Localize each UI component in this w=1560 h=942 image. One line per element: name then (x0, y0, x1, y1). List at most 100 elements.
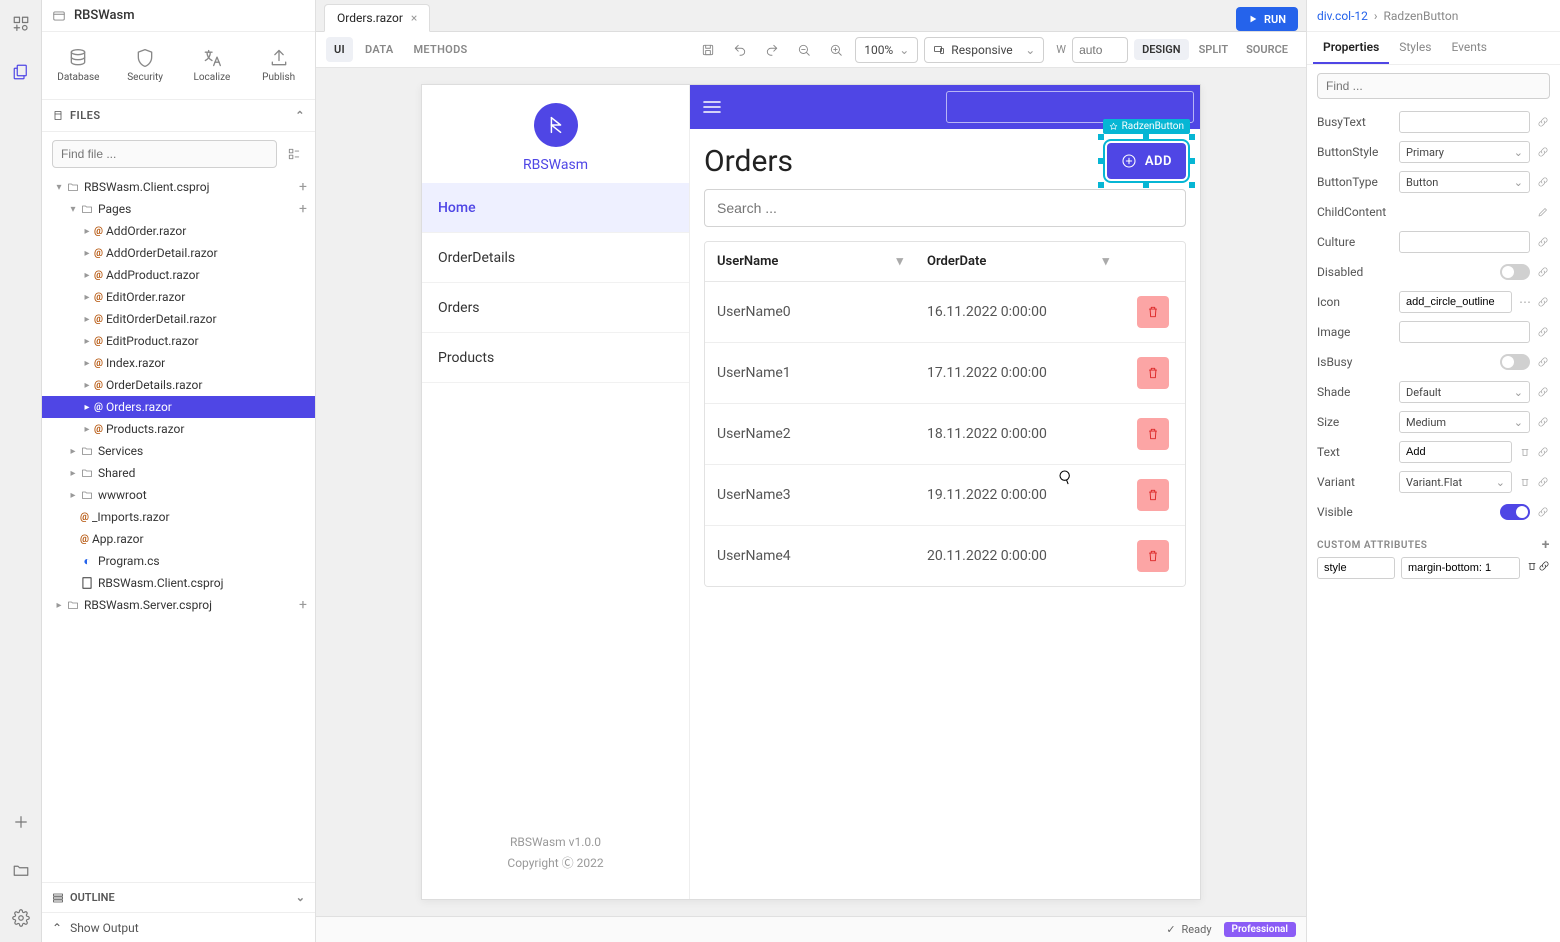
link-icon[interactable] (1536, 415, 1550, 429)
rail-open-icon[interactable] (9, 858, 33, 882)
add-icon[interactable]: + (299, 179, 307, 195)
add-attr-icon[interactable]: + (1542, 537, 1550, 553)
file-tree-row[interactable]: ▸@AddOrderDetail.razor (42, 242, 315, 264)
responsive-select[interactable]: Responsive ⌄ (924, 37, 1044, 63)
file-tree-row[interactable]: ▸@Products.razor (42, 418, 315, 440)
file-tree-row[interactable]: @_Imports.razor (42, 506, 315, 528)
clear-icon[interactable] (1518, 445, 1532, 459)
tool-database[interactable]: Database (50, 42, 107, 89)
show-output-button[interactable]: ⌃ Show Output (42, 912, 315, 942)
file-tree-row[interactable]: ▸@OrderDetails.razor (42, 374, 315, 396)
table-row[interactable]: UserName016.11.2022 0:00:00 (705, 282, 1185, 343)
delete-button[interactable] (1137, 479, 1169, 511)
file-tree-row[interactable]: RBSWasm.Client.csproj (42, 572, 315, 594)
link-icon[interactable] (1536, 295, 1550, 309)
prop-input[interactable] (1399, 441, 1512, 463)
prop-toggle[interactable] (1500, 264, 1530, 280)
file-tree-row[interactable]: ▸@EditOrder.razor (42, 286, 315, 308)
attr-key-input[interactable] (1317, 557, 1395, 579)
tab-orders[interactable]: Orders.razor × (324, 4, 430, 32)
file-tree-row[interactable]: ▸@EditOrderDetail.razor (42, 308, 315, 330)
filter-icon[interactable]: ▾ (896, 254, 903, 269)
outline-header[interactable]: OUTLINE ⌄ (42, 882, 315, 912)
add-icon[interactable]: + (299, 201, 307, 217)
link-icon[interactable] (1536, 445, 1550, 459)
attr-value-input[interactable] (1401, 557, 1520, 579)
view-design[interactable]: DESIGN (1134, 39, 1189, 60)
prop-input[interactable] (1399, 111, 1530, 133)
mode-methods[interactable]: METHODS (406, 37, 476, 62)
link-icon[interactable] (1536, 325, 1550, 339)
delete-button[interactable] (1137, 540, 1169, 572)
table-row[interactable]: UserName218.11.2022 0:00:00 (705, 404, 1185, 465)
link-icon[interactable] (1538, 561, 1550, 576)
add-icon[interactable]: + (299, 597, 307, 613)
file-tree-row[interactable]: ▾RBSWasm.Client.csproj+ (42, 176, 315, 198)
link-icon[interactable] (1536, 175, 1550, 189)
link-icon[interactable] (1536, 475, 1550, 489)
filter-icon[interactable]: ▾ (1102, 254, 1109, 269)
mode-ui[interactable]: UI (326, 37, 353, 62)
prop-toggle[interactable] (1500, 504, 1530, 520)
file-tree-row[interactable]: ▸@Index.razor (42, 352, 315, 374)
tool-publish[interactable]: Publish (250, 42, 307, 89)
nav-item[interactable]: OrderDetails (422, 233, 689, 283)
prop-select[interactable]: Button⌄ (1399, 171, 1530, 193)
files-header[interactable]: FILES ⌃ (42, 100, 315, 132)
clear-icon[interactable] (1518, 475, 1532, 489)
link-icon[interactable] (1536, 505, 1550, 519)
prop-input[interactable] (1399, 321, 1530, 343)
width-input[interactable] (1072, 37, 1128, 63)
nav-item[interactable]: Products (422, 333, 689, 383)
add-button[interactable]: ADD (1107, 143, 1186, 179)
zoom-select[interactable]: 100%⌄ (855, 37, 918, 63)
rail-add-icon[interactable] (9, 810, 33, 834)
zoom-out-icon[interactable] (791, 37, 817, 63)
prop-input[interactable] (1399, 291, 1512, 313)
edit-icon[interactable] (1536, 205, 1550, 219)
file-tree-row[interactable]: ▸@Orders.razor (42, 396, 315, 418)
file-tree-row[interactable]: ▸Shared (42, 462, 315, 484)
prop-toggle[interactable] (1500, 354, 1530, 370)
prop-find-input[interactable] (1317, 73, 1550, 99)
prop-input[interactable] (1399, 231, 1530, 253)
col-orderdate[interactable]: OrderDate▾ (915, 242, 1121, 281)
tab-events[interactable]: Events (1441, 32, 1497, 64)
prop-select[interactable]: Variant.Flat⌄ (1399, 471, 1512, 493)
file-tree-row[interactable]: @App.razor (42, 528, 315, 550)
file-tree-row[interactable]: ▸@EditProduct.razor (42, 330, 315, 352)
file-tree-row[interactable]: ▸Services (42, 440, 315, 462)
prop-select[interactable]: Primary⌄ (1399, 141, 1530, 163)
delete-button[interactable] (1137, 296, 1169, 328)
rail-components-icon[interactable] (9, 12, 33, 36)
tool-localize[interactable]: Localize (184, 42, 241, 89)
col-username[interactable]: UserName▾ (705, 242, 915, 281)
undo-icon[interactable] (727, 37, 753, 63)
link-icon[interactable] (1536, 355, 1550, 369)
file-tree-row[interactable]: ▸@AddOrder.razor (42, 220, 315, 242)
nav-item[interactable]: Orders (422, 283, 689, 333)
save-icon[interactable] (695, 37, 721, 63)
link-icon[interactable] (1536, 385, 1550, 399)
table-row[interactable]: UserName319.11.2022 0:00:00 (705, 465, 1185, 526)
delete-button[interactable] (1137, 418, 1169, 450)
view-split[interactable]: SPLIT (1191, 39, 1237, 60)
delete-button[interactable] (1137, 357, 1169, 389)
file-tree-row[interactable]: ▸RBSWasm.Server.csproj+ (42, 594, 315, 616)
view-source[interactable]: SOURCE (1238, 39, 1296, 60)
link-icon[interactable] (1536, 115, 1550, 129)
find-file-input[interactable] (52, 140, 277, 168)
tree-collapse-icon[interactable] (283, 143, 305, 165)
clear-icon[interactable] (1526, 561, 1538, 576)
link-icon[interactable] (1536, 235, 1550, 249)
file-tree-row[interactable]: ▸@AddProduct.razor (42, 264, 315, 286)
redo-icon[interactable] (759, 37, 785, 63)
more-icon[interactable]: ⋯ (1518, 295, 1532, 309)
search-input[interactable] (704, 189, 1186, 227)
prop-select[interactable]: Medium⌄ (1399, 411, 1530, 433)
file-tree-row[interactable]: ▸wwwroot (42, 484, 315, 506)
tool-security[interactable]: Security (117, 42, 174, 89)
prop-select[interactable]: Default⌄ (1399, 381, 1530, 403)
mode-data[interactable]: DATA (357, 37, 402, 62)
file-tree-row[interactable]: ◐Program.cs (42, 550, 315, 572)
